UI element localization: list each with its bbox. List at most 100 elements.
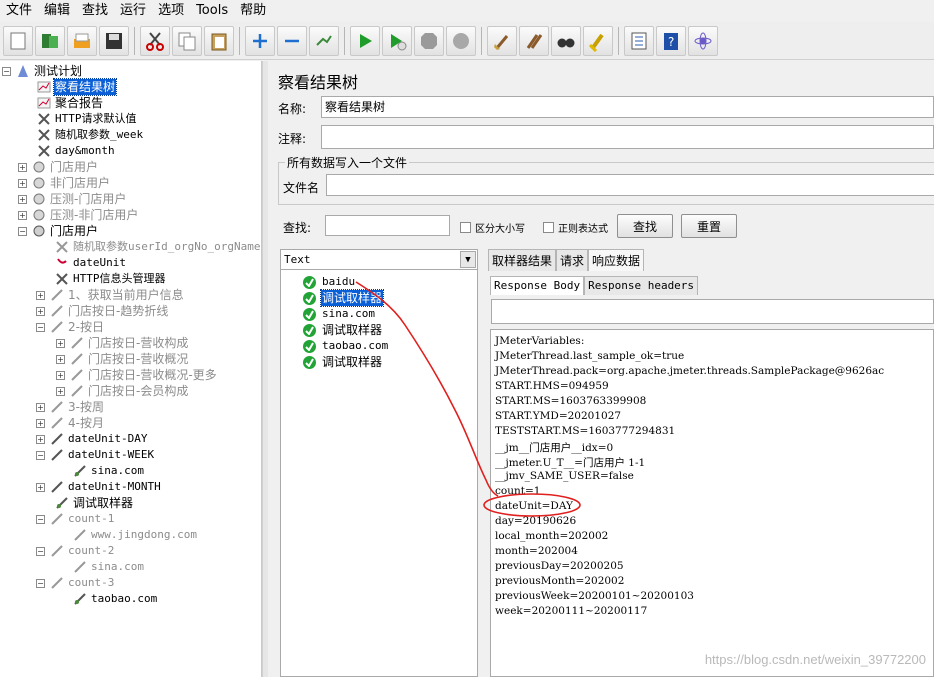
- menu-search[interactable]: 查找: [76, 0, 114, 22]
- tree-node-test-plan[interactable]: − 测试计划: [2, 63, 83, 79]
- collapse-toggle[interactable]: −: [18, 226, 27, 236]
- paste-button[interactable]: [204, 25, 234, 56]
- search-button[interactable]: [551, 25, 581, 56]
- tree-node-store-users[interactable]: + 门店用户: [18, 159, 99, 175]
- tree-node-revenue-structure[interactable]: + 门店按日-营收构成: [56, 335, 189, 351]
- tab-sampler-result[interactable]: 取样器结果: [488, 249, 557, 271]
- collapse-toggle[interactable]: −: [36, 546, 45, 556]
- tree-node-by-week[interactable]: +3-按周: [36, 399, 105, 415]
- expand-toggle[interactable]: +: [18, 162, 27, 172]
- tree-node-http-defaults[interactable]: HTTP请求默认值: [36, 111, 138, 127]
- expand-toggle[interactable]: +: [36, 306, 45, 316]
- toggle-button[interactable]: [309, 25, 339, 56]
- tree-node-header-manager[interactable]: HTTP信息头管理器: [54, 271, 167, 287]
- find-button[interactable]: 查找: [617, 214, 673, 238]
- regex-checkbox[interactable]: 正则表达式: [543, 220, 608, 235]
- result-item-selected[interactable]: 调试取样器: [303, 289, 385, 307]
- tree-node-debug-sampler[interactable]: 调试取样器: [54, 495, 134, 511]
- function-helper-button[interactable]: [624, 25, 654, 56]
- tree-node-by-day[interactable]: −2-按日: [36, 319, 105, 335]
- collapse-toggle[interactable]: −: [36, 322, 45, 332]
- menu-options[interactable]: 选项: [152, 0, 190, 22]
- result-item[interactable]: baidu: [303, 274, 356, 290]
- tree-node-dateunit-week[interactable]: − dateUnit-WEEK: [36, 447, 155, 463]
- expand-toggle[interactable]: +: [36, 434, 45, 444]
- tree-node-member-structure[interactable]: + 门店按日-会员构成: [56, 383, 189, 399]
- clear-button[interactable]: [487, 25, 517, 56]
- menu-run[interactable]: 运行: [114, 0, 152, 22]
- expand-toggle[interactable]: +: [18, 194, 27, 204]
- result-item[interactable]: taobao.com: [303, 338, 389, 354]
- name-input[interactable]: 察看结果树: [321, 96, 934, 118]
- tree-node-view-results-tree[interactable]: 察看结果树: [36, 78, 118, 96]
- clear-all-button[interactable]: [519, 25, 549, 56]
- result-item[interactable]: 调试取样器: [303, 322, 383, 338]
- expand-toggle[interactable]: +: [56, 370, 65, 380]
- result-item[interactable]: sina.com: [303, 306, 376, 322]
- collapse-toggle[interactable]: −: [2, 66, 11, 76]
- tree-node-by-month[interactable]: +4-按月: [36, 415, 105, 431]
- open-button[interactable]: [67, 25, 97, 56]
- sample-results-list[interactable]: Text ▼ baidu 调试取样器 sina.com 调试取样器 taobao…: [280, 249, 478, 677]
- reset-button[interactable]: 重置: [681, 214, 737, 238]
- help-button[interactable]: ?: [656, 25, 686, 56]
- expand-button[interactable]: [245, 25, 275, 56]
- new-button[interactable]: [3, 25, 33, 56]
- shutdown-button[interactable]: [446, 25, 476, 56]
- tree-node-store-daily-trend[interactable]: + 门店按日-趋势折线: [36, 303, 169, 319]
- tree-node-random-week[interactable]: 随机取参数_week: [36, 127, 144, 143]
- renderer-select[interactable]: Text ▼: [281, 250, 477, 270]
- start-no-pause-button[interactable]: [382, 25, 412, 56]
- tree-node-dateunit-day[interactable]: + dateUnit-DAY: [36, 431, 148, 447]
- menu-help[interactable]: 帮助: [234, 0, 272, 22]
- test-plan-tree[interactable]: − 测试计划 察看结果树 聚合报告 HTTP请求默认值 随机取参数_week da…: [0, 61, 262, 677]
- tab-response-data[interactable]: 响应数据: [588, 249, 645, 271]
- collapse-toggle[interactable]: −: [36, 450, 45, 460]
- subtab-response-body[interactable]: Response Body: [490, 276, 585, 295]
- tree-node-day-month[interactable]: day&month: [36, 143, 116, 159]
- chevron-down-icon[interactable]: ▼: [460, 251, 476, 268]
- tree-node-aggregate-report[interactable]: 聚合报告: [36, 95, 104, 111]
- expand-toggle[interactable]: +: [36, 482, 45, 492]
- response-body-text[interactable]: JMeterVariables: JMeterThread.last_sampl…: [490, 329, 934, 677]
- expand-toggle[interactable]: +: [18, 178, 27, 188]
- case-sensitive-checkbox[interactable]: 区分大小写: [460, 220, 525, 235]
- tree-node-dateunit[interactable]: dateUnit: [54, 255, 127, 271]
- tree-node-load-non-store-users[interactable]: + 压测-非门店用户: [18, 207, 139, 223]
- subtab-response-headers[interactable]: Response headers: [584, 276, 699, 295]
- tree-node-count-2[interactable]: − count-2: [36, 543, 115, 559]
- tree-node-non-store-users[interactable]: + 非门店用户: [18, 175, 111, 191]
- collapse-toggle[interactable]: −: [36, 578, 45, 588]
- tree-node-count-3[interactable]: − count-3: [36, 575, 115, 591]
- templates-button[interactable]: [35, 25, 65, 56]
- tree-node-dateunit-month[interactable]: + dateUnit-MONTH: [36, 479, 162, 495]
- tree-node-revenue-overview-more[interactable]: + 门店按日-营收概况-更多: [56, 367, 218, 383]
- response-search-field[interactable]: [491, 299, 934, 324]
- tree-node-revenue-overview[interactable]: + 门店按日-营收概况: [56, 351, 189, 367]
- tree-node-sina-2[interactable]: sina.com: [72, 559, 145, 575]
- expand-toggle[interactable]: +: [18, 210, 27, 220]
- result-item[interactable]: 调试取样器: [303, 354, 383, 370]
- search-input[interactable]: [325, 215, 450, 236]
- tree-node-store-users-active[interactable]: − 门店用户: [18, 223, 99, 239]
- expand-toggle[interactable]: +: [56, 338, 65, 348]
- tree-node-taobao[interactable]: taobao.com: [72, 591, 158, 607]
- remote-button[interactable]: [688, 25, 718, 56]
- expand-toggle[interactable]: +: [56, 386, 65, 396]
- comment-input[interactable]: [321, 125, 934, 149]
- cut-button[interactable]: [140, 25, 170, 56]
- tab-request[interactable]: 请求: [556, 249, 589, 271]
- tree-node-load-store-users[interactable]: + 压测-门店用户: [18, 191, 127, 207]
- menu-file[interactable]: 文件: [0, 0, 38, 22]
- copy-button[interactable]: [172, 25, 202, 56]
- collapse-button[interactable]: [277, 25, 307, 56]
- collapse-toggle[interactable]: −: [36, 514, 45, 524]
- menu-edit[interactable]: 编辑: [38, 0, 76, 22]
- expand-toggle[interactable]: +: [36, 290, 45, 300]
- tree-node-get-user-info[interactable]: +1、获取当前用户信息: [36, 287, 185, 303]
- reset-search-button[interactable]: [583, 25, 613, 56]
- save-button[interactable]: [99, 25, 129, 56]
- expand-toggle[interactable]: +: [36, 418, 45, 428]
- stop-button[interactable]: [414, 25, 444, 56]
- filename-input[interactable]: [326, 174, 934, 196]
